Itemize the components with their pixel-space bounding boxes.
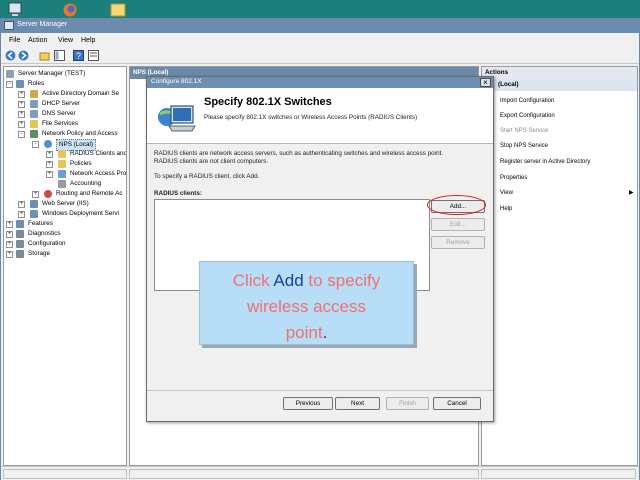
action-register-server[interactable]: Register server in Active Directory: [500, 159, 590, 165]
dialog-title: Configure 802.1X: [151, 78, 202, 85]
properties-icon[interactable]: [88, 50, 99, 61]
radius-description-2: RADIUS clients are not client computers.: [154, 158, 269, 165]
up-folder-icon[interactable]: [39, 50, 50, 61]
action-export-configuration[interactable]: Export Configuration: [500, 113, 555, 119]
wds-icon: [30, 210, 38, 218]
forward-icon[interactable]: [18, 50, 29, 61]
folder-icon: [58, 150, 66, 158]
action-stop-nps-service[interactable]: Stop NPS Service: [500, 143, 548, 149]
features-icon: [16, 220, 24, 228]
submenu-arrow-icon: ▶: [629, 190, 634, 196]
edit-button[interactable]: Edit...: [431, 218, 485, 231]
firefox-icon[interactable]: [62, 2, 78, 17]
nps-globe-icon: [44, 140, 52, 148]
network-computer-icon: [157, 100, 197, 134]
dialog-subheading: Please specify 802.1X switches or Wirele…: [204, 114, 418, 121]
status-panel-1: [3, 469, 127, 479]
remove-button[interactable]: Remove: [431, 236, 485, 249]
expand-icon[interactable]: +: [18, 201, 25, 208]
back-icon[interactable]: [5, 50, 16, 61]
radius-instruction: To specify a RADIUS client, click Add.: [154, 173, 260, 180]
dialog-titlebar[interactable]: Configure 802.1X ×: [147, 77, 493, 88]
expand-icon[interactable]: +: [6, 231, 13, 238]
expand-icon[interactable]: +: [18, 211, 25, 218]
collapse-icon[interactable]: -: [18, 131, 25, 138]
expand-icon[interactable]: +: [18, 91, 25, 98]
dialog-divider: [147, 390, 493, 391]
expand-icon[interactable]: +: [6, 251, 13, 258]
expand-icon[interactable]: +: [46, 151, 53, 158]
cancel-button[interactable]: Cancel: [433, 397, 481, 410]
expand-icon[interactable]: +: [6, 221, 13, 228]
roles-icon: [16, 80, 24, 88]
configure-8021x-dialog: Configure 802.1X × Specify 802.1X Switch…: [146, 76, 494, 422]
dialog-heading: Specify 802.1X Switches: [204, 96, 332, 108]
actions-subheader[interactable]: (Local): [482, 79, 637, 91]
expand-icon[interactable]: +: [18, 121, 25, 128]
expand-icon[interactable]: +: [32, 191, 39, 198]
menu-bar: File Action View Help: [1, 34, 639, 47]
storage-icon: [16, 250, 24, 258]
nap-icon: [58, 170, 66, 178]
menu-help[interactable]: Help: [81, 37, 95, 44]
ad-icon: [30, 90, 38, 98]
callout-line-2: wireless access: [246, 297, 367, 316]
add-highlight-ring: [427, 195, 486, 215]
expand-icon[interactable]: +: [18, 101, 25, 108]
action-start-nps-service[interactable]: Start NPS Service: [500, 128, 548, 134]
expand-icon[interactable]: +: [46, 161, 53, 168]
folder-icon: [58, 160, 66, 168]
collapse-icon[interactable]: -: [6, 81, 13, 88]
action-view[interactable]: View: [500, 190, 513, 196]
npas-icon: [30, 130, 38, 138]
radius-clients-label: RADIUS clients:: [154, 190, 202, 197]
configuration-icon: [16, 240, 24, 248]
action-import-configuration[interactable]: Import Configuration: [500, 98, 554, 104]
computer-icon[interactable]: [7, 2, 23, 17]
collapse-icon[interactable]: -: [32, 141, 39, 148]
status-bar: [1, 466, 639, 480]
folder-icon[interactable]: [110, 2, 126, 17]
next-button[interactable]: Next: [335, 397, 380, 410]
svg-text:?: ?: [76, 51, 81, 61]
iis-icon: [30, 200, 38, 208]
dhcp-icon: [30, 100, 38, 108]
action-help[interactable]: Help: [500, 206, 512, 212]
dialog-header: Specify 802.1X Switches Please specify 8…: [147, 88, 493, 144]
status-panel-2: [129, 469, 479, 479]
finish-button[interactable]: Finish: [386, 397, 429, 410]
show-hide-tree-icon[interactable]: [54, 50, 65, 61]
toolbar: ?: [1, 47, 639, 64]
expand-icon[interactable]: +: [18, 111, 25, 118]
status-panel-3: [481, 469, 636, 479]
server-manager-icon: [4, 21, 14, 30]
window-title: Server Manager: [17, 21, 68, 28]
expand-icon[interactable]: +: [6, 241, 13, 248]
dns-icon: [30, 110, 38, 118]
expand-icon[interactable]: +: [46, 171, 53, 178]
server-icon: [6, 70, 14, 78]
action-properties[interactable]: Properties: [500, 175, 527, 181]
previous-button[interactable]: Previous: [283, 397, 333, 410]
rras-icon: [44, 190, 52, 198]
menu-file[interactable]: File: [9, 37, 20, 44]
radius-description-1: RADIUS clients are network access server…: [154, 150, 444, 157]
tutorial-callout: Click Add to specify wireless access poi…: [199, 261, 414, 345]
actions-pane: Actions (Local) ▲ Import Configuration E…: [481, 66, 638, 466]
help-icon[interactable]: ?: [73, 50, 84, 61]
diagnostics-icon: [16, 230, 24, 238]
menu-view[interactable]: View: [58, 37, 73, 44]
dialog-close-button[interactable]: ×: [480, 78, 491, 87]
callout-line-1: Click Add to specify: [232, 271, 381, 290]
callout-line-3: point.: [285, 323, 328, 342]
desktop-strip: [0, 0, 640, 18]
console-tree: Server Manager (TEST) - Roles + Active D…: [3, 66, 127, 466]
window-titlebar[interactable]: Server Manager: [1, 19, 639, 33]
menu-action[interactable]: Action: [28, 37, 47, 44]
file-services-icon: [30, 120, 38, 128]
accounting-icon: [58, 180, 66, 188]
actions-header: Actions: [482, 67, 637, 79]
